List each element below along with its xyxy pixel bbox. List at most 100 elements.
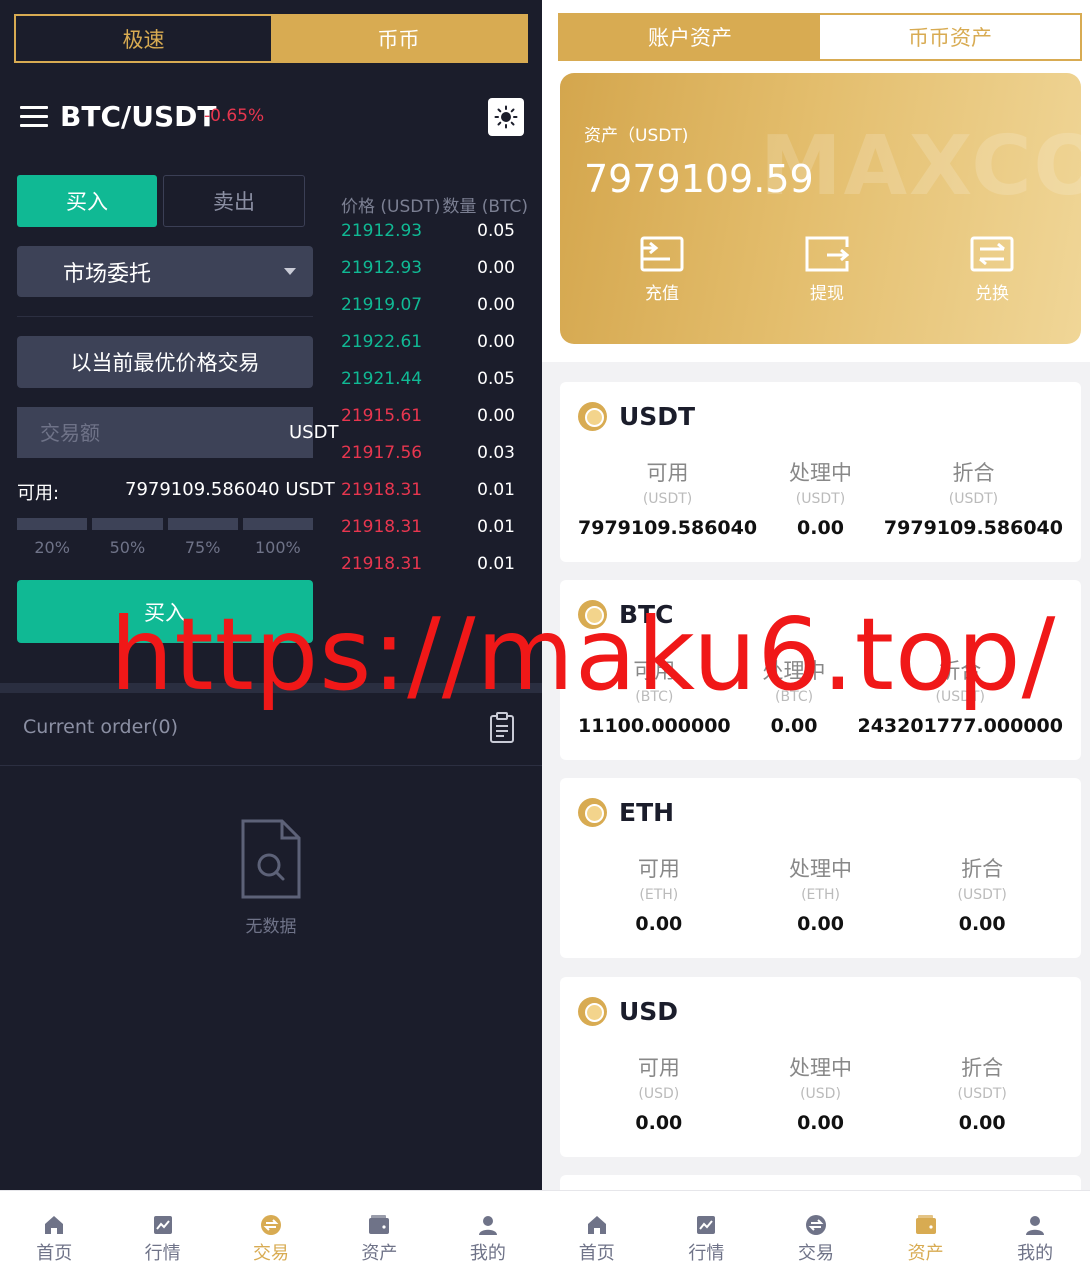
nav-item-trade[interactable]: 交易: [761, 1191, 871, 1275]
amount-input[interactable]: [40, 420, 289, 445]
theme-toggle-button[interactable]: [488, 98, 524, 136]
best-price-button[interactable]: 以当前最优价格交易: [17, 336, 313, 388]
buy-tab-button[interactable]: 买入: [17, 175, 157, 227]
nav-item-chart[interactable]: 行情: [108, 1191, 216, 1275]
coin-available-label: 可用: [637, 857, 680, 881]
withdraw-button[interactable]: 提现: [805, 235, 849, 304]
tab-spot-assets[interactable]: 币币资产: [820, 15, 1080, 59]
tab-account-assets[interactable]: 账户资产: [560, 15, 820, 59]
nav-item-home[interactable]: 首页: [542, 1191, 652, 1275]
coin-convert-column: 折合 (USDT) 0.00: [901, 853, 1063, 935]
wallet-icon: [369, 1215, 390, 1234]
order-book-row[interactable]: 21918.31 0.01: [341, 517, 515, 554]
coin-convert-column: 折合 (USDT) 243201777.000000: [857, 655, 1063, 737]
percent-bar-20[interactable]: [17, 518, 88, 530]
coin-pending-value: 0.00: [770, 715, 818, 737]
percent-bar-50[interactable]: [92, 518, 163, 530]
pair-name[interactable]: BTC/USDT: [60, 100, 216, 133]
total-assets-label: 资产（USDT): [584, 126, 689, 146]
coin-icon: [578, 997, 607, 1026]
nav-label: 首页: [578, 1243, 615, 1264]
coin-card[interactable]: ETH 可用 (ETH) 0.00 处理中 (ETH) 0.00 折合 (USDT) 0.00: [560, 778, 1081, 958]
coin-available-value: 0.00: [635, 913, 683, 935]
nav-item-wallet[interactable]: 资产: [871, 1191, 981, 1275]
order-book-row[interactable]: 21918.31 0.01: [341, 554, 515, 591]
nav-item-user[interactable]: 我的: [434, 1191, 542, 1275]
buy-sell-toggle: 买入 卖出: [17, 175, 305, 227]
order-type-select[interactable]: 市场委托: [17, 246, 313, 297]
order-book-price: 21912.93: [341, 221, 423, 241]
menu-icon[interactable]: [20, 106, 48, 128]
tab-speed[interactable]: 极速: [16, 16, 271, 61]
nav-item-wallet[interactable]: 资产: [325, 1191, 433, 1275]
nav-item-chart[interactable]: 行情: [652, 1191, 762, 1275]
total-assets-card: MAXCOR 资产（USDT) 7979109.59 充值: [560, 73, 1081, 344]
percent-option[interactable]: 75%: [168, 538, 238, 557]
coin-card[interactable]: USD 可用 (USD) 0.00 处理中 (USD) 0.00 折合 (USDT) 0.00: [560, 977, 1081, 1157]
app-root: 极速 币币 BTC/USDT -0.65% 买入 卖出 市场委托 以当前最优价格…: [0, 0, 1090, 1275]
trade-icon: [805, 1215, 826, 1235]
tab-spot[interactable]: 币币: [271, 16, 526, 61]
coin-pending-column: 处理中 (USDT) 0.00: [757, 457, 884, 539]
percent-option[interactable]: 100%: [243, 538, 313, 557]
order-book-row[interactable]: 21919.07 0.00: [341, 295, 515, 332]
exchange-button[interactable]: 兑换: [970, 235, 1014, 304]
asset-tabs: 账户资产 币币资产: [558, 13, 1082, 61]
coin-available-column: 可用 (ETH) 0.00: [578, 853, 740, 935]
withdraw-label: 提现: [810, 284, 844, 304]
withdraw-icon: [805, 236, 849, 272]
coin-available-value: 7979109.586040: [578, 517, 758, 539]
coin-available-value: 0.00: [635, 1112, 683, 1134]
coin-pending-value: 0.00: [797, 913, 844, 935]
percent-option[interactable]: 50%: [92, 538, 162, 557]
wallet-icon: [915, 1215, 936, 1234]
user-icon: [478, 1216, 497, 1235]
percent-option[interactable]: 20%: [17, 538, 87, 557]
trade-icon: [261, 1215, 282, 1235]
sun-icon: [494, 105, 518, 129]
coin-convert-unit: (USDT): [935, 689, 985, 705]
coin-convert-unit: (USDT): [948, 491, 999, 507]
deposit-button[interactable]: 充值: [640, 235, 684, 304]
order-book-qty: 0.05: [477, 221, 515, 241]
coin-name: BTC: [619, 600, 674, 629]
order-book-row[interactable]: 21921.44 0.05: [341, 369, 515, 406]
nav-item-user[interactable]: 我的: [980, 1191, 1090, 1275]
order-book-row[interactable]: 21918.31 0.01: [341, 480, 515, 517]
coin-pending-label: 处理中: [789, 461, 852, 485]
order-book-row[interactable]: 21912.93 0.05: [341, 221, 515, 258]
coin-pending-column: 处理中 (ETH) 0.00: [740, 853, 902, 935]
coin-convert-value: 243201777.000000: [857, 715, 1063, 737]
exchange-icon: [970, 236, 1014, 272]
clipboard-icon[interactable]: [489, 712, 515, 744]
order-book-row[interactable]: 21912.93 0.00: [341, 258, 515, 295]
exchange-label: 兑换: [975, 284, 1009, 304]
order-book-qty: 0.01: [477, 480, 515, 500]
no-data-icon: [241, 819, 301, 899]
percent-bar-75[interactable]: [167, 518, 238, 530]
order-book-price: 21922.61: [341, 332, 423, 352]
home-icon: [587, 1216, 606, 1234]
percent-bar-100[interactable]: [242, 518, 313, 530]
coin-available-value: 11100.000000: [578, 715, 731, 737]
nav-item-home[interactable]: 首页: [0, 1191, 108, 1275]
order-book-price: 21915.61: [341, 406, 423, 426]
order-book-row[interactable]: 21917.56 0.03: [341, 443, 515, 480]
assets-header: 账户资产 币币资产 MAXCOR 资产（USDT) 7979109.59 充值: [542, 0, 1090, 362]
nav-label: 交易: [797, 1243, 834, 1264]
coin-card[interactable]: USDT 可用 (USDT) 7979109.586040 处理中 (USDT) 0.00 折…: [560, 382, 1081, 562]
coin-card[interactable]: BTC 可用 (BTC) 11100.000000 处理中 (BTC) 0.00 折合 (USD…: [560, 580, 1081, 760]
order-book-price: 21912.93: [341, 258, 423, 278]
percent-slider: [17, 518, 313, 530]
pair-change: -0.65%: [204, 106, 265, 126]
order-book-qty: 0.05: [477, 369, 515, 389]
coin-available-label: 可用: [637, 1056, 680, 1080]
coin-pending-column: 处理中 (USD) 0.00: [740, 1052, 902, 1134]
submit-buy-button[interactable]: 买入: [17, 580, 313, 643]
order-book-row[interactable]: 21922.61 0.00: [341, 332, 515, 369]
sell-tab-button[interactable]: 卖出: [163, 175, 305, 227]
order-book-row[interactable]: 21915.61 0.00: [341, 406, 515, 443]
nav-item-trade[interactable]: 交易: [217, 1191, 325, 1275]
order-book-price: 21919.07: [341, 295, 423, 315]
coin-pending-label: 处理中: [789, 1056, 852, 1080]
